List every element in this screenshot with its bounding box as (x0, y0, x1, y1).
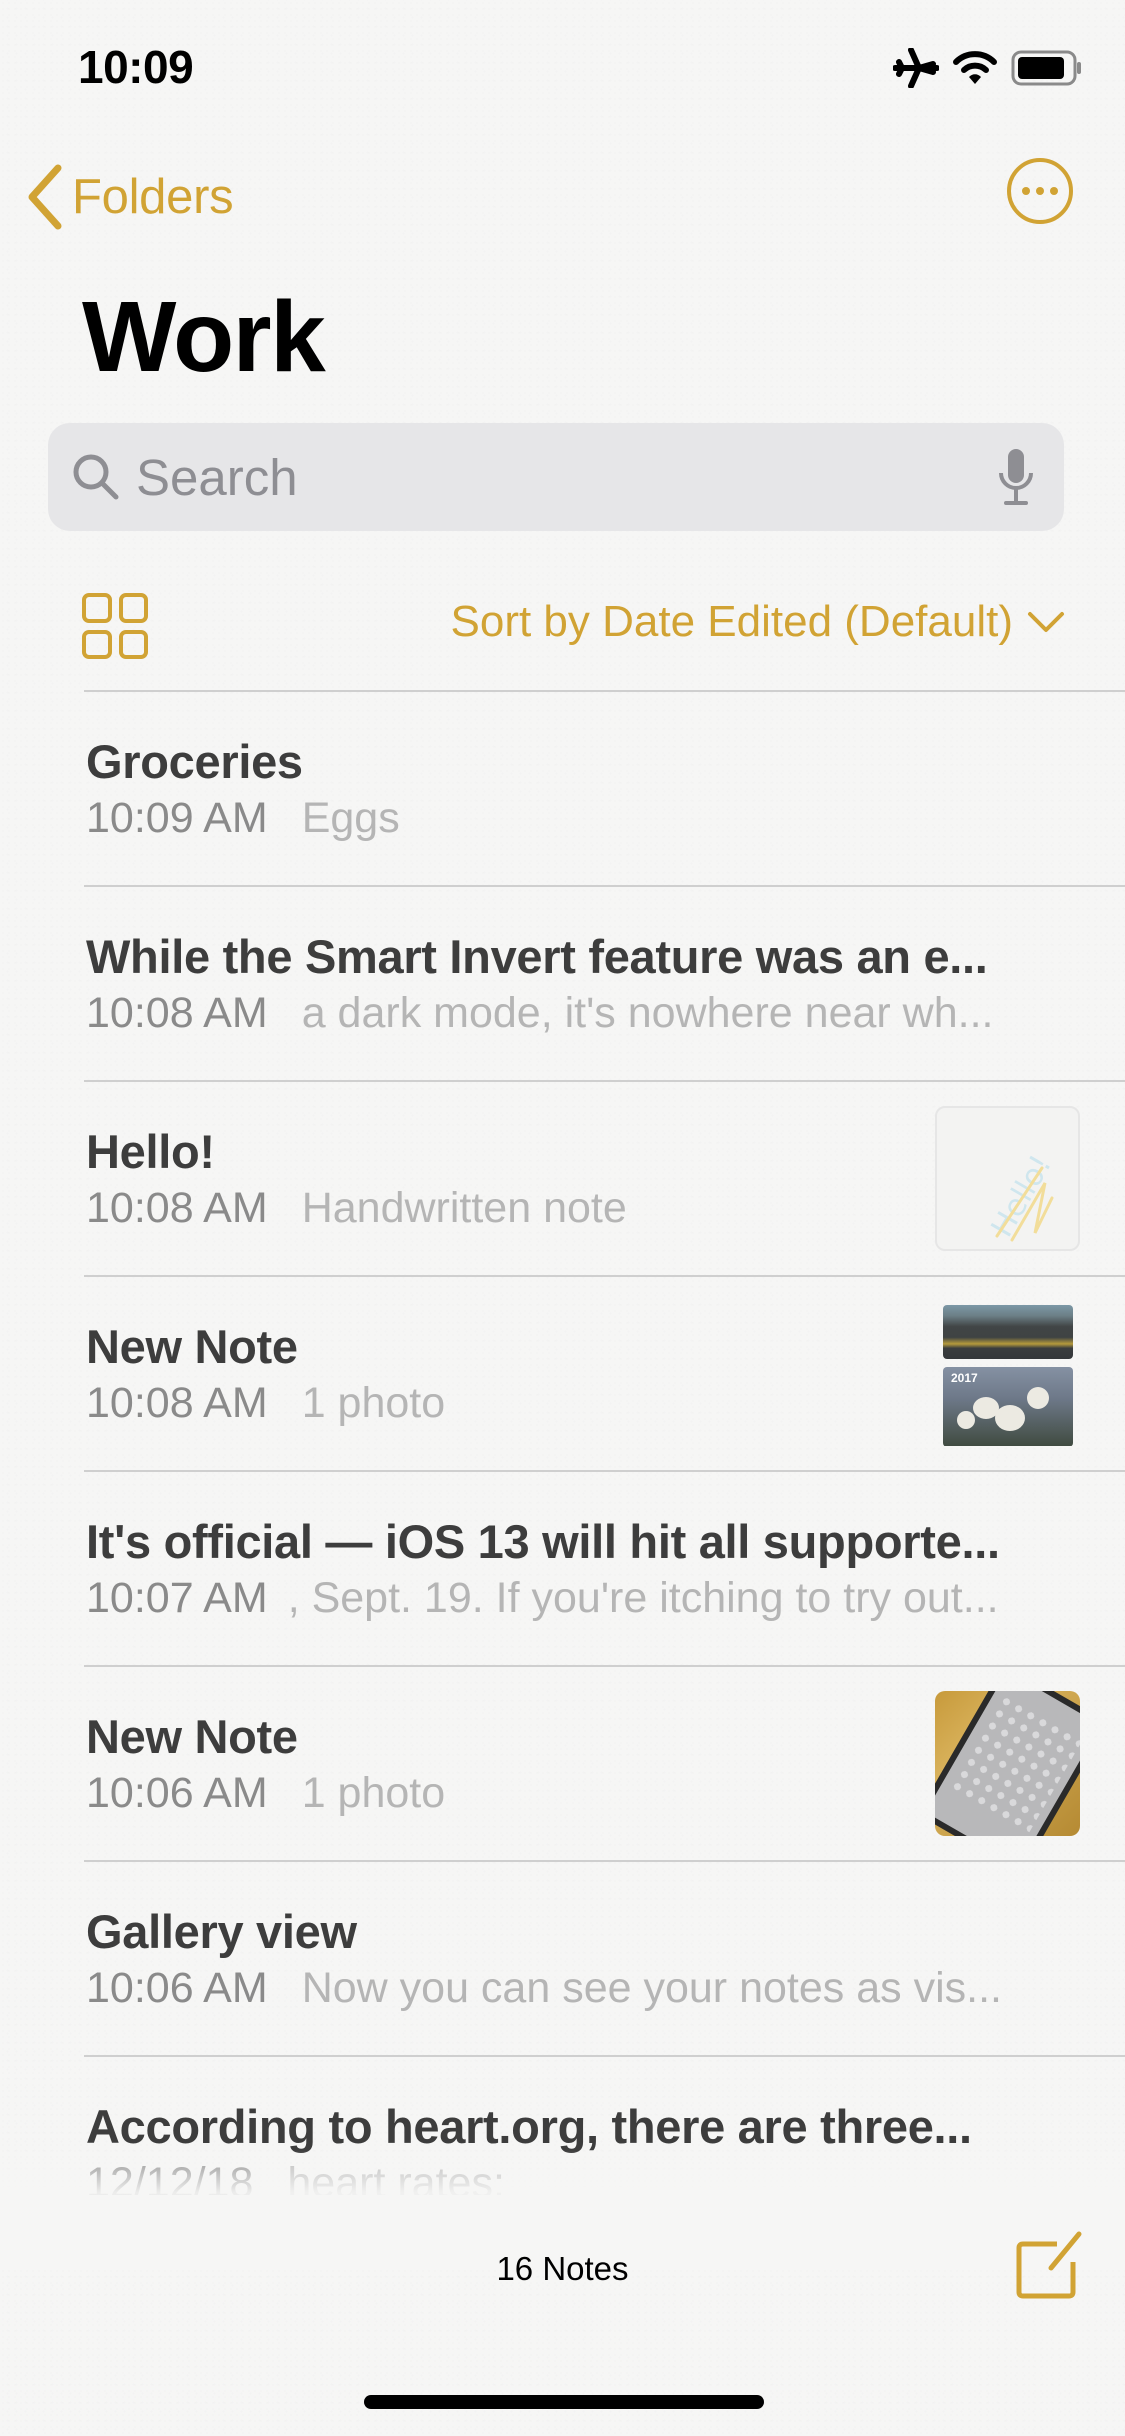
ellipsis-dot (1036, 187, 1044, 195)
note-count: 16 Notes (496, 2250, 629, 2287)
note-row[interactable]: It's official — iOS 13 will hit all supp… (84, 1470, 1125, 1665)
notes-list: Groceries 10:09 AM Eggs While the Smart I… (0, 690, 1125, 2195)
home-indicator[interactable] (364, 2395, 764, 2409)
note-title: Hello! (86, 1125, 215, 1178)
battery-icon (1011, 50, 1081, 86)
list-toolbar: Sort by Date Edited (Default) (0, 585, 1125, 665)
search-bar[interactable] (48, 423, 1064, 531)
bottom-toolbar: 16 Notes (0, 2210, 1125, 2320)
note-row[interactable]: Gallery view 10:06 AM Now you can see you… (84, 1860, 1125, 2055)
back-button[interactable]: Folders (24, 164, 234, 230)
note-snippet: , Sept. 19. If you're itching to try out… (287, 1574, 999, 1622)
search-input[interactable] (136, 437, 996, 517)
flowers-photo: 2017 (943, 1367, 1073, 1446)
note-row[interactable]: Groceries 10:09 AM Eggs (84, 690, 1125, 885)
handwritten-thumbnail: Hello! (935, 1106, 1080, 1251)
chevron-down-icon (1028, 612, 1064, 632)
note-title: New Note (86, 1320, 298, 1373)
note-meta: 10:09 AM Eggs (86, 794, 400, 843)
note-meta: 10:08 AM 1 photo (86, 1379, 445, 1428)
note-row[interactable]: New Note 10:08 AM 1 photo 2017 (84, 1275, 1125, 1470)
note-meta: 10:07 AM , Sept. 19. If you're itching to… (86, 1574, 999, 1623)
handwriting-drawing-icon: Hello! (985, 1149, 1059, 1243)
phone-image (935, 1691, 1080, 1836)
wifi-icon (953, 51, 997, 84)
note-row[interactable]: While the Smart Invert feature was an e.… (84, 885, 1125, 1080)
note-title: While the Smart Invert feature was an e.… (86, 930, 988, 983)
note-time: 10:09 AM (86, 794, 268, 842)
note-meta: 10:06 AM Now you can see your notes as vi… (86, 1964, 1002, 2013)
gallery-grid-icon (118, 593, 148, 623)
note-title: Groceries (86, 735, 303, 788)
note-title: According to heart.org, there are three.… (86, 2100, 972, 2153)
note-time: 10:06 AM (86, 1769, 268, 1817)
navigation-bar: Folders (0, 158, 1125, 240)
note-title: New Note (86, 1710, 298, 1763)
airplane-icon (893, 48, 939, 88)
chevron-left-icon (28, 164, 62, 230)
note-title: It's official — iOS 13 will hit all supp… (86, 1515, 1000, 1568)
note-title: Gallery view (86, 1905, 357, 1958)
note-row[interactable]: New Note 10:06 AM 1 photo (84, 1665, 1125, 1860)
photo-caption: 2017 (951, 1371, 978, 1385)
keyboard-photo-thumbnail (935, 1691, 1080, 1836)
note-meta: 10:06 AM 1 photo (86, 1769, 445, 1818)
microphone-icon[interactable] (996, 447, 1036, 507)
more-options-button[interactable] (1007, 158, 1073, 224)
note-snippet: 1 photo (301, 1379, 446, 1427)
road-photo (943, 1305, 1073, 1359)
photo-stack-thumbnail: 2017 (935, 1301, 1080, 1446)
note-snippet: Handwritten note (301, 1184, 627, 1232)
note-time: 10:06 AM (86, 1964, 268, 2012)
note-meta: 10:08 AM a dark mode, it's nowhere near w… (86, 989, 993, 1038)
sort-label: Sort by Date Edited (Default) (450, 597, 1013, 646)
note-time: 10:08 AM (86, 1379, 268, 1427)
sort-button[interactable]: Sort by Date Edited (Default) (451, 597, 1065, 647)
status-icons (893, 48, 1083, 88)
gallery-view-button[interactable] (82, 593, 148, 659)
gallery-grid-icon (82, 593, 112, 623)
ellipsis-dot (1050, 187, 1058, 195)
back-label: Folders (72, 170, 234, 224)
note-snippet: Now you can see your notes as vis... (301, 1964, 1002, 2012)
ellipsis-dot (1022, 187, 1030, 195)
compose-icon[interactable] (1013, 2230, 1085, 2302)
note-snippet: 1 photo (301, 1769, 446, 1817)
gallery-grid-icon (82, 629, 112, 659)
status-time: 10:09 (78, 41, 194, 93)
note-meta: 10:08 AM Handwritten note (86, 1184, 627, 1233)
note-row[interactable]: Hello! 10:08 AM Handwritten note Hello! (84, 1080, 1125, 1275)
note-time: 10:08 AM (86, 989, 268, 1037)
note-snippet: a dark mode, it's nowhere near wh... (301, 989, 994, 1037)
note-time: 10:07 AM (86, 1574, 268, 1622)
gallery-grid-icon (118, 629, 148, 659)
note-snippet: Eggs (301, 794, 400, 842)
status-bar: 10:09 (0, 0, 1125, 132)
page-title: Work (82, 281, 326, 393)
search-icon (73, 454, 119, 500)
note-time: 10:08 AM (86, 1184, 268, 1232)
